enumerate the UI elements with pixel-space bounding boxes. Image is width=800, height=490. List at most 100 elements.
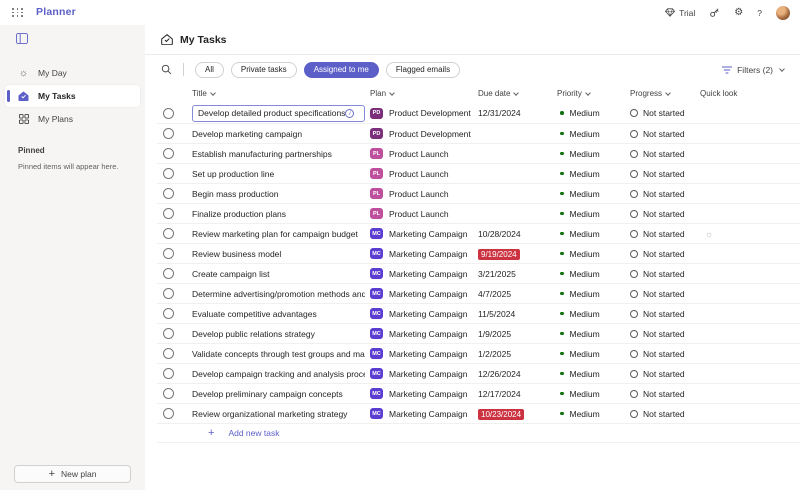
task-title-cell[interactable]: Finalize production plans — [187, 209, 365, 219]
info-icon[interactable]: i — [345, 109, 354, 118]
app-launcher-icon[interactable] — [10, 6, 26, 18]
help-icon[interactable]: ? — [757, 8, 762, 18]
task-title-cell[interactable]: Begin mass production — [187, 189, 365, 199]
task-row[interactable]: Create campaign listMCMarketing Campaign… — [157, 263, 800, 283]
task-complete-radio[interactable] — [163, 388, 174, 399]
task-row[interactable]: Review marketing plan for campaign budge… — [157, 223, 800, 243]
task-complete-radio[interactable] — [163, 288, 174, 299]
task-title-cell[interactable]: Validate concepts through test groups an… — [187, 349, 365, 359]
collapse-sidebar-icon[interactable] — [16, 33, 28, 44]
progress-cell: Not started — [625, 349, 695, 359]
settings-gear-icon[interactable]: ⚙ — [734, 8, 743, 18]
filter-pill-assigned-to-me[interactable]: Assigned to me — [304, 62, 379, 78]
task-row[interactable]: Evaluate competitive advantagesMCMarketi… — [157, 303, 800, 323]
task-complete-radio[interactable] — [163, 168, 174, 179]
plan-name: Marketing Campaign — [389, 349, 467, 359]
sidebar-item-my-tasks[interactable]: My Tasks — [5, 85, 140, 107]
key-icon[interactable] — [709, 7, 720, 18]
priority-label: Medium — [570, 269, 600, 279]
task-title-cell[interactable]: Develop campaign tracking and analysis p… — [187, 369, 365, 379]
trial-badge[interactable]: Trial — [665, 8, 695, 18]
task-title-cell[interactable]: Determine advertising/promotion methods … — [187, 289, 365, 299]
task-title-cell[interactable]: Evaluate competitive advantages — [187, 309, 365, 319]
priority-cell: Medium — [552, 229, 625, 239]
task-complete-radio[interactable] — [163, 108, 174, 119]
task-row[interactable]: Set up production linePLProduct LaunchMe… — [157, 163, 800, 183]
column-header-progress[interactable]: Progress — [625, 89, 695, 98]
column-header-due-date[interactable]: Due date — [473, 89, 552, 98]
column-header-title[interactable]: Title — [187, 89, 365, 98]
priority-label: Medium — [570, 329, 600, 339]
column-header-priority[interactable]: Priority — [552, 89, 625, 98]
task-title-cell[interactable]: Review organizational marketing strategy — [187, 409, 365, 419]
task-title-cell[interactable]: Develop preliminary campaign concepts — [187, 389, 365, 399]
task-title-cell[interactable]: Review business model — [187, 249, 365, 259]
task-title-cell[interactable]: Set up production line — [187, 169, 365, 179]
task-complete-radio[interactable] — [163, 408, 174, 419]
task-title-cell[interactable]: Establish manufacturing partnerships — [187, 149, 365, 159]
task-complete-radio[interactable] — [163, 308, 174, 319]
task-complete-radio[interactable] — [163, 248, 174, 259]
not-started-circle-icon — [630, 370, 638, 378]
not-started-circle-icon — [630, 270, 638, 278]
chevron-down-icon — [514, 90, 520, 96]
task-title-cell[interactable]: Develop marketing campaign — [187, 129, 365, 139]
task-title: Develop preliminary campaign concepts — [192, 389, 343, 399]
task-complete-radio[interactable] — [163, 148, 174, 159]
sidebar-item-my-plans[interactable]: My Plans — [5, 108, 140, 130]
task-row[interactable]: Finalize production plansPLProduct Launc… — [157, 203, 800, 223]
task-title-cell[interactable]: Develop detailed product specificationsi… — [187, 105, 365, 122]
task-row[interactable]: Review organizational marketing strategy… — [157, 403, 800, 423]
plan-cell: MCMarketing Campaign — [365, 248, 473, 259]
plan-badge: MC — [370, 288, 383, 299]
task-complete-radio[interactable] — [163, 208, 174, 219]
focused-task-title[interactable]: Develop detailed product specificationsi… — [192, 105, 365, 122]
new-plan-button[interactable]: + New plan — [14, 465, 131, 483]
task-complete-radio[interactable] — [163, 268, 174, 279]
add-new-task-button[interactable]: + Add new task — [157, 423, 800, 443]
task-row[interactable]: Develop detailed product specificationsi… — [157, 103, 800, 123]
progress-label: Not started — [643, 108, 685, 118]
filter-pill-all[interactable]: All — [195, 62, 224, 78]
task-row[interactable]: Develop campaign tracking and analysis p… — [157, 363, 800, 383]
filters-button[interactable]: Filters (2) — [722, 65, 784, 75]
plan-name: Product Development — [389, 129, 471, 139]
sidebar-item-my-day[interactable]: ☼ My Day — [5, 62, 140, 84]
priority-cell: Medium — [552, 349, 625, 359]
due-date: 1/9/2025 — [478, 329, 511, 339]
search-icon[interactable] — [161, 64, 172, 75]
not-started-circle-icon — [630, 190, 638, 198]
quick-look-cell: ☼ — [695, 229, 800, 239]
task-complete-radio[interactable] — [163, 128, 174, 139]
progress-label: Not started — [643, 349, 685, 359]
task-row[interactable]: Review business modelMCMarketing Campaig… — [157, 243, 800, 263]
priority-cell: Medium — [552, 129, 625, 139]
task-title-cell[interactable]: Review marketing plan for campaign budge… — [187, 229, 365, 239]
due-date: 3/21/2025 — [478, 269, 516, 279]
filter-pill-private-tasks[interactable]: Private tasks — [231, 62, 297, 78]
task-complete-radio[interactable] — [163, 188, 174, 199]
task-complete-radio[interactable] — [163, 228, 174, 239]
column-header-plan[interactable]: Plan — [365, 89, 473, 98]
task-title-cell[interactable]: Develop public relations strategy — [187, 329, 365, 339]
task-row[interactable]: Develop preliminary campaign conceptsMCM… — [157, 383, 800, 403]
task-row[interactable]: Begin mass productionPLProduct LaunchMed… — [157, 183, 800, 203]
sidebar-item-label: My Day — [38, 68, 67, 78]
task-title-cell[interactable]: Create campaign list — [187, 269, 365, 279]
task-row[interactable]: Establish manufacturing partnershipsPLPr… — [157, 143, 800, 163]
task-row[interactable]: Develop public relations strategyMCMarke… — [157, 323, 800, 343]
plan-name: Product Launch — [389, 189, 449, 199]
progress-label: Not started — [643, 369, 685, 379]
task-row[interactable]: Validate concepts through test groups an… — [157, 343, 800, 363]
task-row[interactable]: Determine advertising/promotion methods … — [157, 283, 800, 303]
priority-cell: Medium — [552, 329, 625, 339]
task-complete-radio[interactable] — [163, 368, 174, 379]
task-complete-radio[interactable] — [163, 328, 174, 339]
not-started-circle-icon — [630, 390, 638, 398]
column-header-quick-look[interactable]: Quick look — [695, 89, 800, 98]
plan-cell: MCMarketing Campaign — [365, 308, 473, 319]
filter-pill-flagged-emails[interactable]: Flagged emails — [386, 62, 460, 78]
task-row[interactable]: Develop marketing campaignPDProduct Deve… — [157, 123, 800, 143]
avatar[interactable] — [776, 6, 790, 20]
task-complete-radio[interactable] — [163, 348, 174, 359]
